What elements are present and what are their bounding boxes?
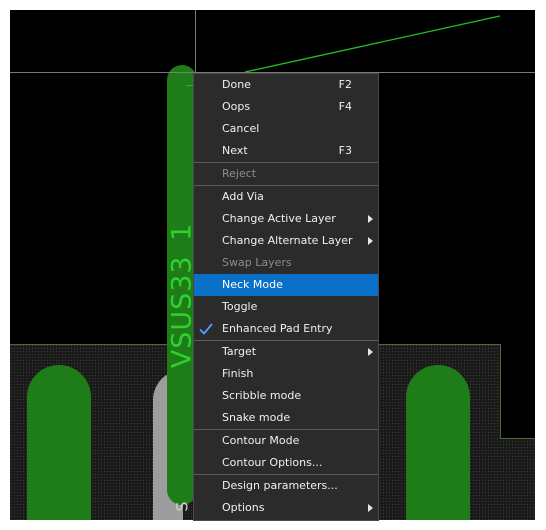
submenu-arrow-icon	[368, 504, 373, 512]
submenu-arrow-icon	[368, 215, 373, 223]
menu-item-toggle[interactable]: Toggle	[194, 296, 378, 318]
menu-item-reject: Reject	[194, 163, 378, 185]
menu-item-label: Contour Mode	[222, 434, 300, 447]
submenu-arrow-icon	[368, 237, 373, 245]
menu-item-label: Options	[222, 501, 265, 514]
menu-item-contour-options[interactable]: Contour Options...	[194, 452, 378, 474]
menu-item-enhanced-pad-entry[interactable]: Enhanced Pad Entry	[194, 318, 378, 340]
menu-item-label: Cancel	[222, 122, 260, 135]
submenu-arrow-icon	[368, 348, 373, 356]
trace-segment	[244, 15, 501, 73]
menu-item-finish[interactable]: Finish	[194, 363, 378, 385]
menu-item-cancel[interactable]: Cancel	[194, 118, 378, 140]
menu-item-label: Toggle	[222, 300, 258, 313]
context-menu: Done F2 Oops F4 Cancel Next F3 Reject Ad…	[193, 73, 379, 521]
menu-item-change-active-layer[interactable]: Change Active Layer	[194, 208, 378, 230]
menu-item-label: Next	[222, 144, 248, 157]
menu-item-label: Enhanced Pad Entry	[222, 322, 333, 335]
menu-item-label: Done	[222, 78, 251, 91]
menu-item-neck-mode[interactable]: Neck Mode	[194, 274, 378, 296]
menu-item-target[interactable]: Target	[194, 341, 378, 363]
menu-item-options[interactable]: Options	[194, 497, 378, 519]
menu-item-done[interactable]: Done F2	[194, 74, 378, 96]
menu-item-oops[interactable]: Oops F4	[194, 96, 378, 118]
menu-item-label: Neck Mode	[222, 278, 283, 291]
menu-item-label: Add Via	[222, 190, 264, 203]
menu-item-label: Swap Layers	[222, 256, 292, 269]
menu-item-label: Reject	[222, 167, 257, 180]
menu-item-snake-mode[interactable]: Snake mode	[194, 407, 378, 429]
menu-item-change-alternate-layer[interactable]: Change Alternate Layer	[194, 230, 378, 252]
menu-item-design-parameters[interactable]: Design parameters...	[194, 475, 378, 497]
menu-item-shortcut: F3	[338, 144, 352, 157]
menu-item-add-via[interactable]: Add Via	[194, 186, 378, 208]
menu-item-swap-layers: Swap Layers	[194, 252, 378, 274]
check-icon	[199, 323, 213, 335]
menu-item-label: Snake mode	[222, 411, 291, 424]
menu-item-label: Finish	[222, 367, 254, 380]
menu-item-label: Oops	[222, 100, 251, 113]
menu-item-label: Change Alternate Layer	[222, 234, 353, 247]
menu-item-label: Target	[222, 345, 257, 358]
menu-item-shortcut: F4	[338, 100, 352, 113]
menu-item-label: Design parameters...	[222, 479, 338, 492]
menu-item-label: Change Active Layer	[222, 212, 336, 225]
menu-item-scribble-mode[interactable]: Scribble mode	[194, 385, 378, 407]
menu-item-label: Scribble mode	[222, 389, 302, 402]
menu-item-contour-mode[interactable]: Contour Mode	[194, 430, 378, 452]
menu-item-next[interactable]: Next F3	[194, 140, 378, 162]
menu-item-shortcut: F2	[338, 78, 352, 91]
menu-item-label: Contour Options...	[222, 456, 323, 469]
